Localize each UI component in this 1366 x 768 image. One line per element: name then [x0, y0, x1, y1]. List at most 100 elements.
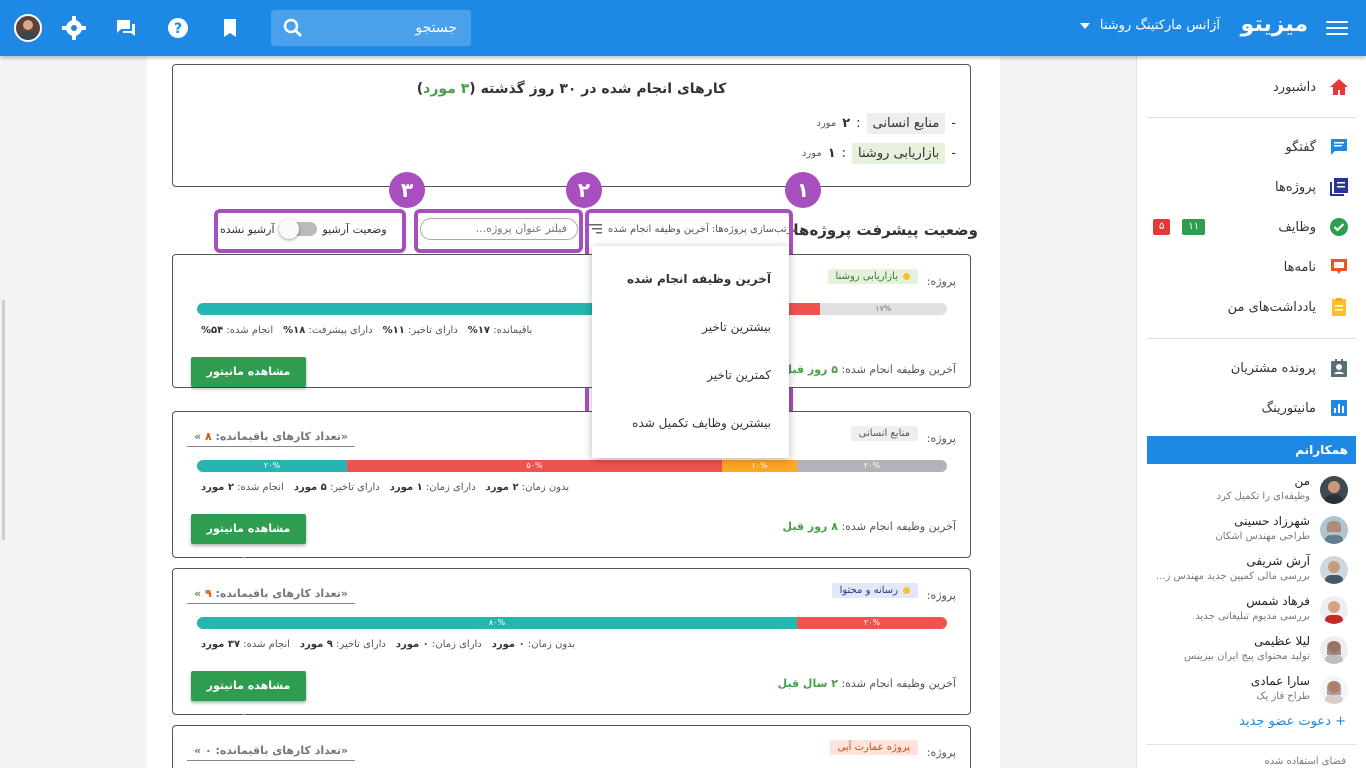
scrollbar[interactable] [2, 300, 5, 540]
done-value: ۱ [827, 146, 836, 161]
project-stats: انجام شده: ۳۷ مورد دارای تاخیر: ۹ مورد دار… [201, 639, 575, 650]
tasks-check-icon [1328, 216, 1350, 238]
sort-option-least-delay[interactable]: کمترین تاخیر [707, 368, 771, 382]
project-card: پروژه: بازاریابی روشنا ۱۸%۱۱%۱۷% انجام ش… [172, 254, 971, 408]
last-task-value: ۲ سال قبل [777, 677, 838, 690]
member-name: سارا عمادی [1250, 674, 1310, 688]
member-status: بررسی مالی کمپین جدید مهندس ز... [1156, 571, 1310, 582]
sidebar-item-chat[interactable]: گفتگو [1147, 132, 1350, 162]
project-tag[interactable]: بازاریابی روشنا [827, 269, 918, 284]
project-card: پروژه: منابع انسانی «تعداد کارهای باقیما… [172, 411, 971, 565]
project-tag[interactable]: منابع انسانی [850, 426, 918, 441]
project-stats: انجام شده: ۵۴% دارای پیشرفت: ۱۸% دارای تاخ… [201, 325, 532, 336]
notes-icon [1328, 296, 1350, 318]
member-item[interactable]: من وظیفه‌ای را تکمیل کرد [1147, 474, 1348, 510]
sidebar-item-customers[interactable]: پرونده مشتریان [1147, 353, 1350, 383]
invite-member-link[interactable]: + دعوت عضو جدید [1239, 714, 1346, 729]
done-sep: : [841, 146, 847, 161]
sidebar-item-tasks[interactable]: وظایف ۱۱ ۵ [1147, 212, 1350, 242]
member-item[interactable]: شهرزاد حسینی طراحی مهندس اشکان [1147, 514, 1348, 550]
remaining-value: ۹ [204, 587, 212, 600]
marker-1: ۱ [785, 172, 821, 208]
last-task-label: آخرین وظیفه انجام شده: [841, 520, 956, 533]
chat-icon [1328, 136, 1350, 158]
member-item[interactable]: لیلا عظیمی تولید محتوای پیج ایران بیزینس [1147, 634, 1348, 670]
member-status: بررسی مدیوم تبلیغاتی جدید [1195, 611, 1310, 622]
brand-logo[interactable]: میزیتو [1241, 12, 1308, 37]
member-status: طراح فاز یک [1256, 691, 1310, 702]
sidebar-item-monitoring[interactable]: مانیتورینگ [1147, 393, 1350, 423]
avatar [1320, 676, 1348, 704]
org-selector[interactable]: آژانس مارکتینگ روشنا [1079, 18, 1220, 33]
sidebar-item-label: پروژه‌ها [1275, 179, 1316, 195]
monitor-project-button[interactable]: مشاهده مانیتور پروژه [191, 671, 306, 722]
monitor-project-button[interactable]: مشاهده مانیتور پروژه [191, 514, 306, 565]
help-icon[interactable]: ? [166, 16, 190, 40]
messages-icon[interactable] [114, 16, 138, 40]
stat-item: انجام شده: ۲ مورد [201, 482, 284, 493]
plus-icon: + [1330, 714, 1346, 729]
project-name: رسانه و محتوا [839, 585, 898, 596]
stat-item: باقیمانده: ۱۷% [467, 325, 533, 336]
project-tag[interactable]: رسانه و محتوا [831, 583, 918, 598]
progress-bar: ۱۸%۱۱%۱۷% [197, 303, 947, 315]
marker-2: ۲ [566, 172, 602, 208]
member-status: طراحی مهندس اشکان [1215, 531, 1310, 542]
member-item[interactable]: فرهاد شمس بررسی مدیوم تبلیغاتی جدید [1147, 594, 1348, 630]
member-item[interactable]: سارا عمادی طراح فاز یک [1147, 674, 1348, 710]
search-input[interactable]: جستجو [271, 10, 471, 46]
project-tag[interactable]: پروژه عمارت آبی [829, 740, 918, 755]
sort-options-menu: آخرین وظیفه انجام شده بیشترین تاخیر کمتر… [592, 246, 789, 458]
progress-segment: ۱۰% [722, 460, 797, 472]
sidebar-item-dashboard[interactable]: داشبورد [1147, 72, 1350, 102]
sidebar-item-label: گفتگو [1285, 139, 1316, 155]
member-item[interactable]: آرش شریفی بررسی مالی کمپین جدید مهندس ز.… [1147, 554, 1348, 590]
sidebar-item-label: وظایف [1278, 219, 1316, 235]
main-content: کارهای انجام شده در ۳۰ روز گذشته (۳ مورد… [147, 56, 1000, 768]
done-unit: مورد [816, 118, 837, 129]
sidebar-item-notes[interactable]: یادداشت‌های من [1147, 292, 1350, 322]
dot-icon [903, 587, 910, 594]
gear-icon[interactable] [62, 16, 86, 40]
remaining-label: «تعداد کارهای باقیمانده: [215, 744, 348, 757]
menu-icon[interactable] [1326, 17, 1348, 39]
project-label: پروژه: [926, 432, 956, 445]
sort-option-most-completed[interactable]: بیشترین وظایف تکمیل شده [632, 416, 771, 430]
bookmark-icon[interactable] [218, 16, 242, 40]
done-tag[interactable]: منابع انسانی [866, 113, 946, 134]
project-card: پروژه: رسانه و محتوا «تعداد کارهای باقیم… [172, 568, 971, 722]
done-tag[interactable]: بازاریابی روشنا [852, 143, 946, 164]
projects-icon [1328, 176, 1350, 198]
stat-item: دارای تاخیر: ۹ مورد [299, 639, 386, 650]
project-label: پروژه: [926, 746, 956, 759]
member-name: شهرزاد حسینی [1234, 514, 1310, 528]
stat-item: دارای تاخیر: ۱۱% [382, 325, 458, 336]
monitor-project-button[interactable]: مشاهده مانیتور پروژه [191, 357, 306, 408]
progress-bar: ۸۰% ۲۰% [197, 617, 947, 629]
progress-segment [197, 303, 602, 315]
search-icon [283, 18, 302, 37]
avatar[interactable] [14, 14, 42, 42]
sidebar-item-projects[interactable]: پروژه‌ها [1147, 172, 1350, 202]
sort-option-most-delay[interactable]: بیشترین تاخیر [702, 320, 771, 334]
search-placeholder: جستجو [415, 20, 457, 36]
avatar [1320, 556, 1348, 584]
last-task-label: آخرین وظیفه انجام شده: [841, 677, 956, 690]
sort-option-last-done[interactable]: آخرین وظیفه انجام شده [627, 272, 771, 286]
customers-icon [1328, 357, 1350, 379]
highlight-box-3 [214, 209, 406, 253]
divider [1147, 338, 1356, 339]
project-name: پروژه عمارت آبی [837, 742, 911, 753]
done-row: - منابع انسانی : ۲ مورد [816, 113, 956, 134]
avatar [1320, 596, 1348, 624]
progress-segment: ۵۰% [347, 460, 722, 472]
remaining-value: ۸ [204, 430, 212, 443]
sidebar-item-letters[interactable]: نامه‌ها [1147, 252, 1350, 282]
last-task: آخرین وظیفه انجام شده: ۵ روز قبل [783, 363, 956, 376]
section-title: وضعیت پیشرفت پروژه‌ها: [787, 221, 978, 239]
avatar [1320, 476, 1348, 504]
stat-item: انجام شده: ۵۴% [201, 325, 274, 336]
remaining-label: «تعداد کارهای باقیمانده: [215, 430, 348, 443]
member-status: تولید محتوای پیج ایران بیزینس [1184, 651, 1310, 662]
project-stats: انجام شده: ۲ مورد دارای تاخیر: ۵ مورد دارا… [201, 482, 569, 493]
